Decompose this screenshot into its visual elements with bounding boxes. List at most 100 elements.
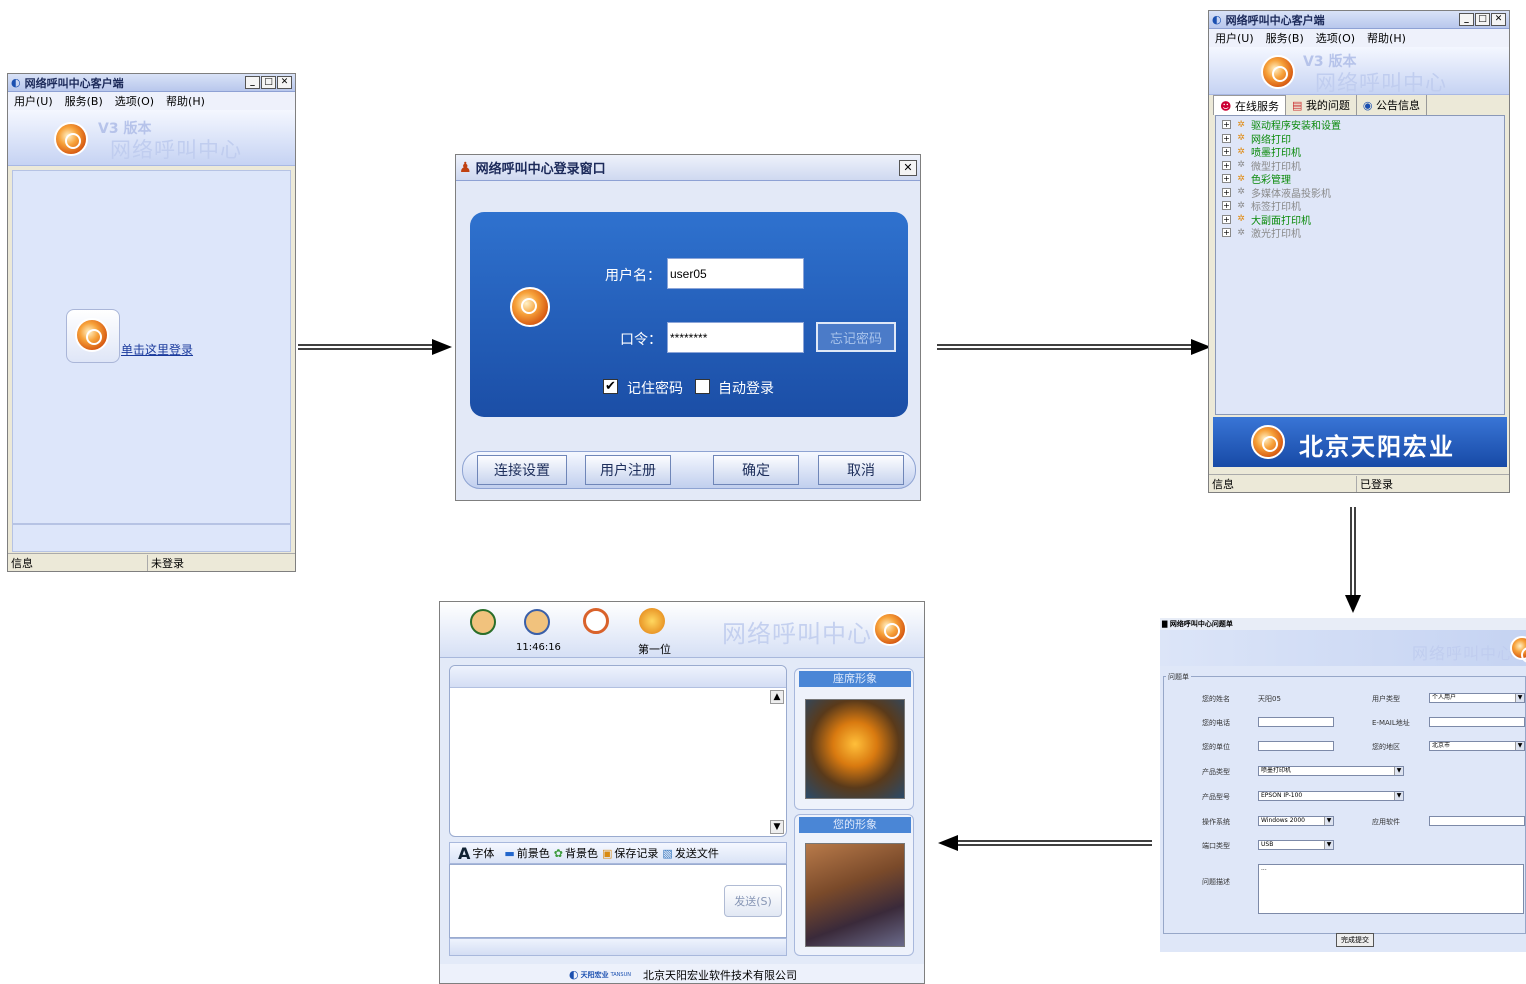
status-butterfly-icon: ✲ [1237, 214, 1245, 225]
form-title: 网络呼叫中心问题单 [1169, 620, 1233, 628]
close-button[interactable]: ✕ [899, 159, 917, 176]
expand-icon[interactable]: + [1222, 187, 1231, 197]
autologin-checkbox[interactable] [695, 379, 710, 394]
dropdown-arrow-icon: ▼ [1515, 694, 1524, 702]
send-file-button[interactable]: 发送文件 [675, 845, 719, 861]
expand-icon[interactable]: + [1222, 228, 1231, 238]
app-input[interactable] [1429, 816, 1525, 826]
email-input[interactable] [1429, 717, 1525, 727]
unit-input[interactable] [1258, 741, 1334, 751]
clock-icon[interactable] [583, 608, 609, 634]
register-button[interactable]: 用户注册 [585, 455, 671, 485]
customer-icon[interactable] [524, 609, 550, 635]
expand-icon[interactable]: + [1222, 201, 1231, 211]
minimize-button[interactable]: _ [1459, 13, 1474, 26]
tree-item[interactable]: + ✲ 驱动程序安装和设置 [1222, 118, 1504, 132]
menu-service[interactable]: 服务(B) [65, 93, 103, 109]
agent-image-panel: 座席形象 [794, 668, 914, 810]
tree-item[interactable]: + ✲ 大副面打印机 [1222, 213, 1504, 227]
form-titlebar[interactable]: ▇ 网络呼叫中心问题单 [1160, 618, 1526, 630]
login-avatar-icon[interactable] [66, 309, 120, 363]
company-logo-sub: TANSUN [610, 971, 631, 978]
agent-icon[interactable] [470, 609, 496, 635]
status-butterfly-icon: ✲ [1237, 200, 1245, 211]
prodtype-select[interactable]: 喷墨打印机 ▼ [1258, 766, 1404, 776]
foreground-color-button[interactable]: 前景色 [517, 845, 550, 861]
font-icon[interactable]: A [458, 844, 470, 863]
username-input[interactable] [667, 258, 804, 289]
remember-checkbox[interactable]: ✔ [603, 379, 618, 394]
menu-help[interactable]: 帮助(H) [166, 93, 205, 109]
ok-button[interactable]: 确定 [713, 455, 799, 485]
message-input[interactable]: 发送(S) [449, 864, 787, 938]
form-banner: 网络呼叫中心 [1160, 630, 1526, 666]
chat-toolbar: 11:46:16 第一位 网络呼叫中心 [440, 602, 924, 658]
maximize-button[interactable]: □ [261, 76, 276, 89]
expand-icon[interactable]: + [1222, 133, 1231, 143]
os-select[interactable]: Windows 2000 ▼ [1258, 816, 1334, 826]
save-record-button[interactable]: 保存记录 [614, 845, 658, 861]
login-window: ♟ 网络呼叫中心登录窗口 ✕ 用户名： 口令： 忘记密码 ✔ 记住密码 自动登录… [455, 154, 921, 501]
tree-item[interactable]: + ✲ 标签打印机 [1222, 199, 1504, 213]
cancel-button[interactable]: 取消 [818, 455, 904, 485]
scroll-up-icon[interactable]: ▲ [770, 690, 784, 704]
foreground-color-icon[interactable]: ▬ [504, 847, 514, 860]
background-color-icon[interactable]: ✿ [554, 847, 563, 860]
tree-item[interactable]: + ✲ 微型打印机 [1222, 159, 1504, 173]
close-button[interactable]: ✕ [277, 76, 292, 89]
status-bar: 信息 未登录 [8, 553, 295, 571]
logged-titlebar[interactable]: ◐ 网络呼叫中心客户端 _ □ ✕ [1209, 11, 1509, 29]
minimize-button[interactable]: _ [245, 76, 260, 89]
menu-options[interactable]: 选项(O) [1316, 30, 1355, 46]
menu-user[interactable]: 用户(U) [14, 93, 53, 109]
tree-item[interactable]: + ✲ 色彩管理 [1222, 172, 1504, 186]
region-select[interactable]: 北京市 ▼ [1429, 741, 1525, 751]
login-panel: 用户名： 口令： 忘记密码 ✔ 记住密码 自动登录 [470, 212, 908, 417]
desc-textarea[interactable]: ... [1258, 864, 1524, 914]
client-window: ◐ 网络呼叫中心客户端 _ □ ✕ 用户(U) 服务(B) 选项(O) 帮助(H… [7, 73, 296, 572]
status-butterfly-icon: ✲ [1237, 119, 1245, 130]
submit-button[interactable]: 完成提交 [1336, 933, 1374, 947]
message-history[interactable]: ▲ ▼ [449, 665, 787, 837]
client-titlebar[interactable]: ◐ 网络呼叫中心客户端 _ □ ✕ [8, 74, 295, 92]
tree-item[interactable]: + ✲ 网络打印 [1222, 132, 1504, 146]
tab-online-service[interactable]: ☻ 在线服务 [1213, 95, 1286, 115]
login-link[interactable]: 单击这里登录 [121, 341, 193, 358]
save-icon[interactable]: ▣ [602, 847, 612, 860]
forgot-password-button[interactable]: 忘记密码 [816, 322, 896, 352]
window-title: 网络呼叫中心客户端 [1225, 13, 1325, 27]
connection-settings-button[interactable]: 连接设置 [477, 455, 567, 485]
expand-icon[interactable]: + [1222, 147, 1231, 157]
menu-user[interactable]: 用户(U) [1215, 30, 1254, 46]
background-color-button[interactable]: 背景色 [565, 845, 598, 861]
tab-announcements[interactable]: ◉ 公告信息 [1357, 95, 1427, 115]
font-button[interactable]: 字体 [472, 845, 494, 861]
login-titlebar[interactable]: ♟ 网络呼叫中心登录窗口 ✕ [456, 155, 920, 181]
agent-image-label: 座席形象 [799, 671, 911, 687]
port-select[interactable]: USB ▼ [1258, 840, 1334, 850]
expand-icon[interactable]: + [1222, 120, 1231, 130]
queue-icon [639, 608, 665, 634]
maximize-button[interactable]: □ [1475, 13, 1490, 26]
password-input[interactable] [667, 322, 804, 353]
dropdown-arrow-icon: ▼ [1324, 817, 1333, 825]
tree-item[interactable]: + ✲ 激光打印机 [1222, 226, 1504, 240]
tree-item[interactable]: + ✲ 喷墨打印机 [1222, 145, 1504, 159]
status-login: 未登录 [151, 556, 184, 570]
send-button[interactable]: 发送(S) [724, 885, 782, 917]
phone-input[interactable] [1258, 717, 1334, 727]
menu-service[interactable]: 服务(B) [1266, 30, 1304, 46]
expand-icon[interactable]: + [1222, 174, 1231, 184]
expand-icon[interactable]: + [1222, 214, 1231, 224]
send-file-icon[interactable]: ▧ [662, 847, 672, 860]
model-select[interactable]: EPSON IP-100 ▼ [1258, 791, 1404, 801]
tree-item[interactable]: + ✲ 多媒体液晶投影机 [1222, 186, 1504, 200]
expand-icon[interactable]: + [1222, 160, 1231, 170]
menu-options[interactable]: 选项(O) [115, 93, 154, 109]
tab-my-questions[interactable]: ▤ 我的问题 [1286, 95, 1357, 115]
usertype-select[interactable]: 个人用户 ▼ [1429, 693, 1525, 703]
scroll-down-icon[interactable]: ▼ [770, 820, 784, 834]
menu-help[interactable]: 帮助(H) [1367, 30, 1406, 46]
close-button[interactable]: ✕ [1491, 13, 1506, 26]
os-value: Windows 2000 [1261, 817, 1305, 824]
